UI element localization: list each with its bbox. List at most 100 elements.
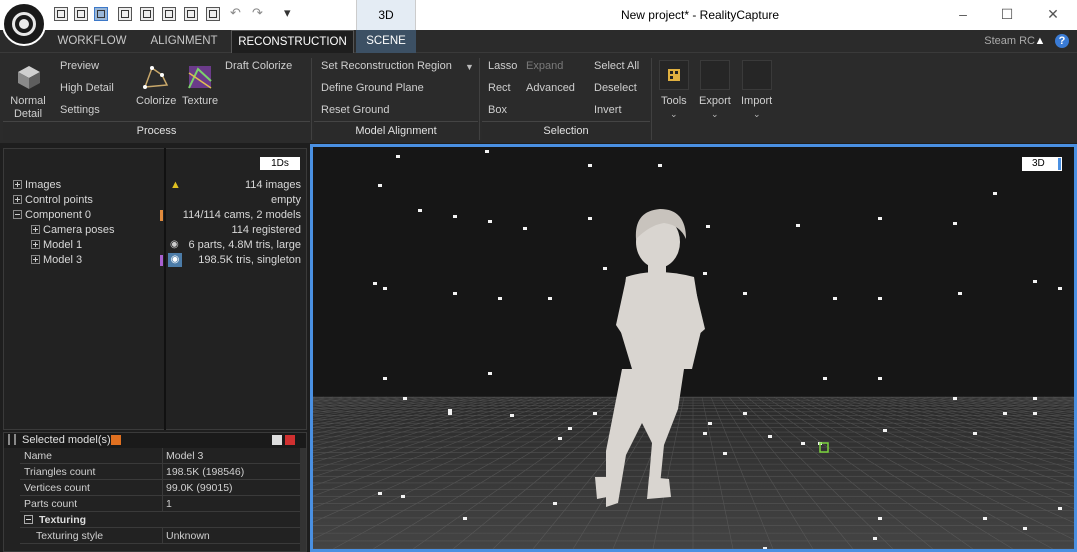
1ds-button[interactable]: 1Ds — [260, 157, 300, 170]
high-detail-button[interactable]: High Detail — [60, 82, 114, 94]
close-button[interactable]: ✕ — [1030, 0, 1076, 30]
help-icon[interactable]: ? — [1055, 34, 1069, 48]
camera-marker — [796, 224, 800, 227]
camera-marker — [873, 537, 877, 540]
tools-button[interactable]: Tools — [661, 95, 687, 107]
camera-marker — [883, 429, 887, 432]
property-row: Triangles count 198.5K (198546) — [20, 464, 300, 480]
eye-icon[interactable]: ◉ — [170, 239, 179, 250]
set-reconstruction-region-button[interactable]: Set Reconstruction Region — [321, 60, 452, 72]
layout-3-icon[interactable] — [94, 7, 108, 21]
minimize-button[interactable]: – — [940, 0, 986, 30]
draft-colorize-button[interactable]: Draft Colorize — [225, 60, 292, 72]
tools-icon[interactable] — [659, 60, 689, 90]
float-icon[interactable] — [272, 435, 282, 445]
tab-scene[interactable]: SCENE — [356, 30, 416, 53]
tab-reconstruction[interactable]: RECONSTRUCTION — [231, 30, 354, 53]
camera-marker — [553, 502, 557, 505]
camera-marker — [498, 297, 502, 300]
chevron-down-icon[interactable]: ▼ — [465, 62, 474, 72]
invert-button[interactable]: Invert — [594, 104, 622, 116]
select-all-button[interactable]: Select All — [594, 60, 639, 72]
context-tab-3d[interactable]: 3D — [356, 0, 416, 30]
selected-models-title: Selected model(s) — [22, 434, 111, 446]
layout-2-icon[interactable] — [74, 7, 88, 21]
redo-icon[interactable]: ↷ — [252, 5, 263, 21]
camera-marker — [703, 432, 707, 435]
maximize-button[interactable]: ☐ — [984, 0, 1030, 30]
tree-item-camera-poses[interactable]: Camera poses — [31, 223, 115, 238]
camera-marker — [1023, 527, 1027, 530]
camera-marker — [1033, 412, 1037, 415]
eye-active-icon[interactable]: ◉ — [168, 253, 182, 267]
camera-marker — [383, 287, 387, 290]
layout-8-icon[interactable] — [206, 7, 220, 21]
export-chevron-icon[interactable]: ⌄ — [711, 109, 719, 120]
settings-button[interactable]: Settings — [60, 104, 100, 116]
scene-canvas[interactable] — [313, 147, 1074, 549]
camera-marker — [396, 155, 400, 158]
camera-marker — [1058, 287, 1062, 290]
reset-ground-button[interactable]: Reset Ground — [321, 104, 389, 116]
layout-5-icon[interactable] — [140, 7, 154, 21]
viewport-mode-button[interactable]: 3D — [1022, 157, 1062, 171]
texturing-section[interactable]: Texturing — [20, 512, 300, 528]
tree-item-control-points[interactable]: Control points — [13, 193, 93, 208]
cube-icon[interactable] — [15, 63, 43, 91]
tree-item-component-0[interactable]: Component 0 — [13, 208, 91, 223]
box-button[interactable]: Box — [488, 104, 507, 116]
camera-marker — [723, 452, 727, 455]
texture-icon[interactable] — [186, 63, 214, 91]
model-3-value: 198.5K tris, singleton — [198, 254, 301, 266]
tools-chevron-icon[interactable]: ⌄ — [670, 109, 678, 120]
define-ground-plane-button[interactable]: Define Ground Plane — [321, 82, 424, 94]
3d-viewport[interactable]: 3D — [310, 144, 1077, 552]
import-button[interactable]: Import — [741, 95, 772, 107]
camera-marker — [743, 292, 747, 295]
camera-marker — [973, 432, 977, 435]
import-chevron-icon[interactable]: ⌄ — [753, 109, 761, 120]
pin-icon[interactable] — [111, 435, 121, 445]
realitycapture-logo[interactable] — [2, 2, 46, 46]
camera-marker — [453, 215, 457, 218]
camera-marker — [1058, 507, 1062, 510]
import-icon[interactable] — [742, 60, 772, 90]
tree-item-images[interactable]: Images — [13, 178, 61, 193]
warning-icon[interactable]: ▲ — [1033, 34, 1047, 48]
texture-button[interactable]: Texture — [182, 95, 218, 107]
tree-item-model-3[interactable]: Model 3 — [31, 253, 82, 268]
scrollbar[interactable] — [300, 448, 306, 551]
camera-marker — [993, 192, 997, 195]
account-label[interactable]: Steam RC — [984, 30, 1035, 53]
lasso-button[interactable]: Lasso — [488, 60, 517, 72]
layout-6-icon[interactable] — [162, 7, 176, 21]
preview-button[interactable]: Preview — [60, 60, 99, 72]
tab-alignment[interactable]: ALIGNMENT — [140, 30, 228, 53]
rect-button[interactable]: Rect — [488, 82, 511, 94]
component-0-value: 114/114 cams, 2 models — [182, 209, 301, 221]
advanced-button[interactable]: Advanced — [526, 82, 575, 94]
camera-marker — [708, 422, 712, 425]
export-icon[interactable] — [700, 60, 730, 90]
close-panel-icon[interactable] — [285, 435, 295, 445]
undo-icon[interactable]: ↶ — [230, 5, 241, 21]
layout-4-icon[interactable] — [118, 7, 132, 21]
layout-7-icon[interactable] — [184, 7, 198, 21]
layout-1-icon[interactable] — [54, 7, 68, 21]
quick-access-dropdown-icon[interactable]: ▾ — [284, 5, 291, 21]
expand-button[interactable]: Expand — [526, 60, 563, 72]
camera-marker — [568, 427, 572, 430]
camera-marker — [558, 437, 562, 440]
camera-marker — [378, 184, 382, 187]
normal-detail-button[interactable]: Normal Detail — [8, 95, 48, 121]
colorize-button[interactable]: Colorize — [136, 95, 176, 107]
export-button[interactable]: Export — [699, 95, 731, 107]
tree-item-model-1[interactable]: Model 1 — [31, 238, 82, 253]
camera-marker — [878, 297, 882, 300]
colorize-icon[interactable] — [142, 63, 170, 91]
tab-workflow[interactable]: WORKFLOW — [50, 30, 134, 53]
camera-marker — [703, 272, 707, 275]
deselect-button[interactable]: Deselect — [594, 82, 637, 94]
tree-splitter[interactable] — [164, 148, 166, 430]
camera-marker — [878, 377, 882, 380]
